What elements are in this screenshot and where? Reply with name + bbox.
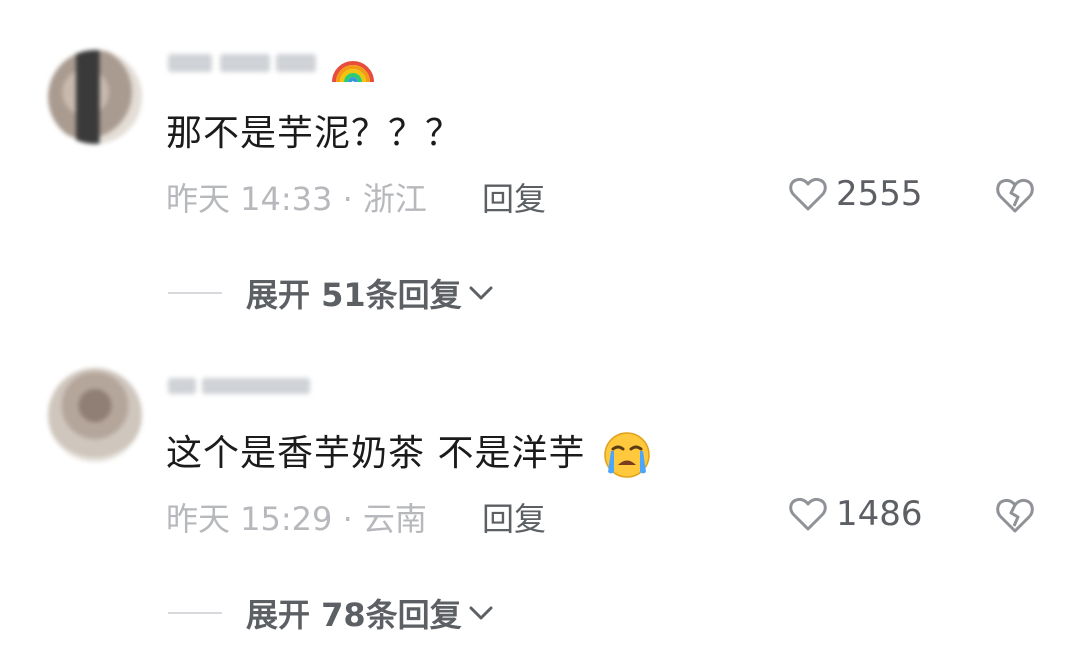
broken-heart-icon[interactable] bbox=[994, 496, 1036, 534]
comment-text: 那不是芋泥？？？ bbox=[166, 113, 463, 154]
like-count: 2555 bbox=[836, 174, 923, 214]
expand-replies[interactable]: 展开 78条回复 bbox=[168, 590, 494, 636]
chevron-down-icon bbox=[469, 606, 493, 620]
like-button[interactable]: 2555 bbox=[788, 174, 923, 214]
expand-replies-label: 展开 51条回复 bbox=[246, 276, 462, 314]
reply-button[interactable]: 回复 bbox=[482, 174, 546, 220]
expand-replies[interactable]: 展开 51条回复 bbox=[168, 270, 494, 316]
divider-line bbox=[168, 612, 222, 614]
broken-heart-icon[interactable] bbox=[994, 176, 1036, 214]
avatar[interactable] bbox=[48, 368, 142, 462]
avatar[interactable] bbox=[48, 50, 142, 144]
username-blurred[interactable] bbox=[168, 372, 310, 400]
comment-text-body: 这个是香芋奶茶 不是洋芋 bbox=[166, 433, 586, 474]
comment-item: 这个是香芋奶茶 不是洋芋 昨天 15:29 · 云南 回复 1486 展开 78… bbox=[0, 320, 1080, 634]
heart-outline-icon bbox=[789, 177, 827, 211]
comment-text: 这个是香芋奶茶 不是洋芋 bbox=[166, 424, 652, 480]
rainbow-icon bbox=[332, 61, 374, 83]
like-count: 1486 bbox=[836, 494, 923, 534]
divider-line bbox=[168, 292, 222, 294]
username-blurred[interactable] bbox=[168, 46, 316, 80]
like-button[interactable]: 1486 bbox=[788, 494, 923, 534]
expand-replies-label: 展开 78条回复 bbox=[246, 596, 462, 634]
loudly-crying-face-icon bbox=[604, 432, 650, 478]
chevron-down-icon bbox=[469, 286, 493, 300]
reply-button[interactable]: 回复 bbox=[482, 494, 546, 540]
comment-meta: 昨天 15:29 · 云南 bbox=[166, 500, 427, 538]
comment-meta: 昨天 14:33 · 浙江 bbox=[166, 180, 427, 218]
heart-outline-icon bbox=[789, 497, 827, 531]
comment-item: 那不是芋泥？？？ 昨天 14:33 · 浙江 回复 2555 展开 51条回复 bbox=[0, 0, 1080, 314]
